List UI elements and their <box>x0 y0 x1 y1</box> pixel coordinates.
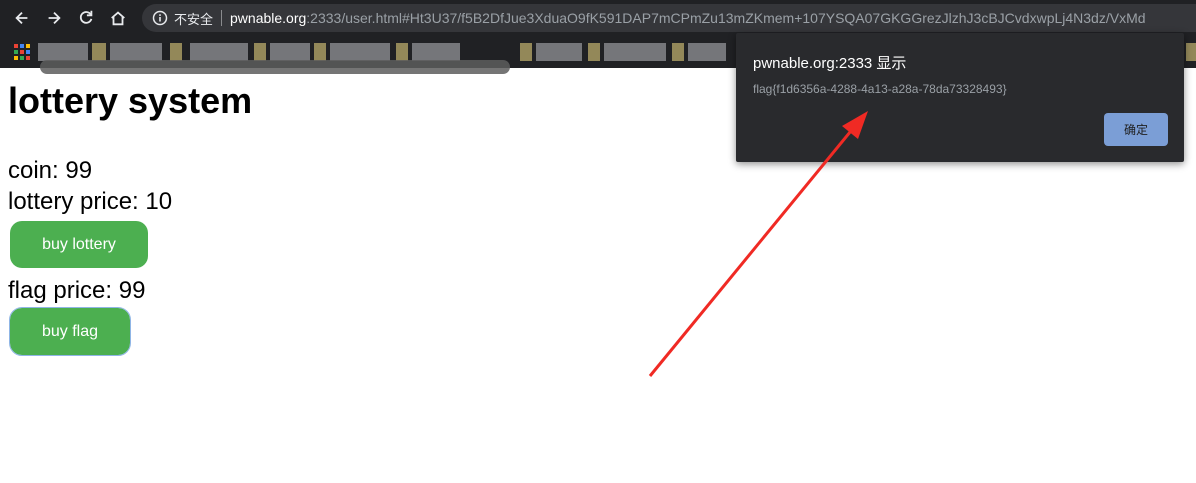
reload-icon <box>79 10 93 24</box>
blurred-bookmark[interactable] <box>92 43 106 61</box>
home-button[interactable] <box>104 4 132 32</box>
forward-button[interactable] <box>40 4 68 32</box>
blur-overlay <box>40 60 510 74</box>
back-button[interactable] <box>8 4 36 32</box>
blurred-bookmark[interactable] <box>672 43 684 61</box>
blurred-bookmark[interactable] <box>604 43 666 61</box>
info-icon[interactable] <box>152 10 168 26</box>
blurred-bookmark[interactable] <box>254 43 266 61</box>
blurred-bookmark[interactable] <box>412 43 460 61</box>
page-title: lottery system <box>8 80 253 121</box>
alert-dialog: pwnable.org:2333 显示 flag{f1d6356a-4288-4… <box>736 33 1184 162</box>
blurred-bookmark[interactable] <box>396 43 408 61</box>
home-icon <box>111 11 125 26</box>
browser-toolbar: 不安全 pwnable.org :2333/user.html#Ht3U37/f… <box>0 0 1196 36</box>
blurred-bookmark[interactable] <box>38 43 88 61</box>
reload-button[interactable] <box>72 4 100 32</box>
blurred-bookmark[interactable] <box>110 43 162 61</box>
forward-arrow-icon <box>48 11 61 25</box>
page-content: lottery system coin: 99 lottery price: 1… <box>8 80 253 356</box>
blurred-bookmark[interactable] <box>170 43 182 61</box>
buy-flag-button[interactable]: buy flag <box>9 307 131 356</box>
dialog-ok-button[interactable]: 确定 <box>1104 113 1168 146</box>
blurred-bookmark[interactable] <box>270 43 310 61</box>
address-bar[interactable]: 不安全 pwnable.org :2333/user.html#Ht3U37/f… <box>142 4 1196 32</box>
coin-balance: coin: 99 <box>8 157 93 184</box>
blurred-bookmark[interactable] <box>536 43 582 61</box>
blurred-bookmark[interactable] <box>330 43 390 61</box>
blurred-bookmark[interactable] <box>190 43 248 61</box>
omnibox-divider <box>221 10 223 26</box>
buy-lottery-button[interactable]: buy lottery <box>10 221 148 268</box>
blurred-bookmark[interactable] <box>314 43 326 61</box>
apps-grid-icon[interactable] <box>14 44 30 60</box>
security-status[interactable]: 不安全 <box>174 9 213 28</box>
dialog-message: flag{f1d6356a-4288-4a13-a28a-78da7332849… <box>753 82 1007 96</box>
blurred-bookmark[interactable] <box>520 43 532 61</box>
url-path: :2333/user.html#Ht3U37/f5B2DfJue3XduaO9f… <box>306 10 1146 26</box>
back-arrow-icon <box>15 11 28 25</box>
dialog-title: pwnable.org:2333 显示 <box>753 55 907 72</box>
blurred-bookmark[interactable] <box>1186 43 1196 61</box>
blurred-bookmark[interactable] <box>588 43 600 61</box>
flag-price: flag price: 99 <box>8 277 146 304</box>
blurred-bookmark[interactable] <box>688 43 726 61</box>
url-host: pwnable.org <box>230 10 307 26</box>
lottery-price: lottery price: 10 <box>8 188 173 215</box>
